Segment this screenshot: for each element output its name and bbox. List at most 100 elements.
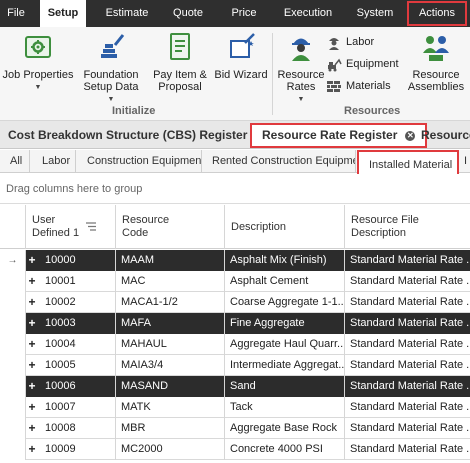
cell-resource-code: MBR [121,422,146,434]
cell-resource-code: MATK [121,401,151,413]
equipment-button[interactable]: Equipment [326,55,399,73]
plus-icon[interactable]: + [26,418,38,439]
tab-rented-construction-equipment[interactable]: Rented Construction Equipment [202,150,356,173]
tab-resource[interactable]: Resource [421,121,470,149]
column-header-description[interactable]: Description [224,205,344,249]
sort-ascending-icon[interactable] [85,222,97,232]
excavator-icon [328,58,342,72]
close-icon[interactable]: ✕ [405,131,416,141]
dropdown-caret-icon: ▼ [34,84,42,91]
column-header-label: Resource Code [122,214,169,240]
tab-all[interactable]: All [4,150,30,173]
menu-quote[interactable]: Quote [168,0,208,27]
cell-description: Concrete 4000 PSI [230,443,323,455]
dropdown-caret-icon: ▼ [297,96,305,103]
table-row[interactable]: +10006 MASAND Sand Standard Material Rate .… [0,376,470,397]
row-indicator [0,397,25,418]
cell-resource-file-description: Standard Material Rate ... [350,422,470,434]
labor-button[interactable]: Labor [326,33,374,51]
table-row[interactable]: +10001 MAC Asphalt Cement Standard Material… [0,271,470,292]
menu-system[interactable]: System [352,0,398,27]
menu-estimate[interactable]: Estimate [98,0,156,27]
tab-resource-rate-register[interactable]: Resource Rate Register ✕ [250,123,428,148]
cell-user-defined-1: 10001 [45,275,76,287]
table-row[interactable]: +10004 MAHAUL Aggregate Haul Quarr... Stand… [0,334,470,355]
cell-description: Coarse Aggregate 1-1... [230,296,344,308]
menu-price[interactable]: Price [226,0,262,27]
cell-resource-code: MAHAUL [121,338,167,350]
table-row[interactable]: +10007 MATK Tack Standard Material Rate ... [0,397,470,418]
menu-execution[interactable]: Execution [278,0,338,27]
cell-resource-file-description: Standard Material Rate ... [350,401,470,413]
cell-user-defined-1: 10005 [45,359,76,371]
cell-description: Aggregate Haul Quarr... [230,338,344,350]
column-header-label: Description [231,220,287,233]
cell-description: Sand [230,380,256,392]
document-icon [170,33,190,60]
cell-resource-file-description: Standard Material Rate ... [350,338,470,350]
materials-button[interactable]: Materials [326,77,391,95]
plus-icon[interactable]: + [26,376,38,397]
cell-user-defined-1: 10002 [45,296,76,308]
cell-resource-code: MASAND [121,380,169,392]
cell-resource-code: MC2000 [121,443,163,455]
tab-truncated[interactable]: I [460,150,470,173]
menu-actions[interactable]: Actions [406,0,468,27]
row-indicator [0,376,25,397]
cell-description: Asphalt Mix (Finish) [230,254,327,266]
plus-icon[interactable]: + [26,250,38,271]
foundation-setup-data-button[interactable]: Foundation Setup Data ▼ [76,31,146,107]
arrow-right-icon: → [0,250,25,271]
column-header-resource-code[interactable]: Resource Code [115,205,224,249]
plus-icon[interactable]: + [26,271,38,292]
tab-construction-equipment[interactable]: Construction Equipment [76,150,202,173]
document-tab-bar: Cost Breakdown Structure (CBS) Register … [0,121,470,149]
column-header-user-defined-1[interactable]: User Defined 1 [25,205,115,249]
cell-resource-file-description: Standard Material Rate ... [350,380,470,392]
row-indicator [0,292,25,313]
ribbon: Job Properties ▼ Foundation Setup Data ▼… [0,27,470,121]
tab-labor[interactable]: Labor [30,150,76,173]
plus-icon[interactable]: + [26,292,38,313]
cell-resource-file-description: Standard Material Rate ... [350,317,470,329]
column-divider [344,250,345,460]
row-indicator [0,355,25,376]
pay-item-proposal-button[interactable]: Pay Item & Proposal [150,31,210,107]
cell-resource-file-description: Standard Material Rate ... [350,443,470,455]
group-by-panel[interactable]: Drag columns here to group [0,174,470,204]
resource-rates-button[interactable]: Resource Rates ▼ [276,31,326,107]
cell-resource-code: MACA1-1/2 [121,296,178,308]
row-indicator [0,334,25,355]
plus-icon[interactable]: + [26,397,38,418]
column-header-line1: Resource [122,214,170,226]
table-row[interactable]: → +10000 MAAM Asphalt Mix (Finish) Standard … [0,250,470,271]
column-header-resource-file-description[interactable]: Resource File Description [344,205,470,249]
cell-description: Asphalt Cement [230,275,309,287]
column-header-line1: User [32,214,56,226]
plus-icon[interactable]: + [26,439,38,460]
pay-item-proposal-label: Pay Item & Proposal [153,69,207,93]
cell-user-defined-1: 10003 [45,317,76,329]
cell-description: Fine Aggregate [230,317,305,329]
plus-icon[interactable]: + [26,334,38,355]
foundation-setup-data-label: Foundation Setup Data [83,69,139,93]
menu-setup[interactable]: Setup [40,0,86,27]
table-row[interactable]: +10005 MAIA3/4 Intermediate Aggregat... Sta… [0,355,470,376]
resource-type-tab-bar: All Labor Construction Equipment Rented … [0,150,470,181]
menu-file[interactable]: File [0,0,32,27]
table-row[interactable]: +10003 MAFA Fine Aggregate Standard Materia… [0,313,470,334]
bricks-icon [327,81,341,93]
table-row[interactable]: +10002 MACA1-1/2 Coarse Aggregate 1-1... St… [0,292,470,313]
resource-assemblies-button[interactable]: Resource Assemblies [406,31,466,107]
plus-icon[interactable]: + [26,313,38,334]
plus-icon[interactable]: + [26,355,38,376]
table-row[interactable]: +10008 MBR Aggregate Base Rock Standard Mat… [0,418,470,439]
table-row[interactable]: +10009 MC2000 Concrete 4000 PSI Standard Ma… [0,439,470,460]
cell-user-defined-1: 10007 [45,401,76,413]
cell-user-defined-1: 10008 [45,422,76,434]
cell-user-defined-1: 10009 [45,443,76,455]
bid-wizard-button[interactable]: Bid Wizard [214,31,268,107]
resource-rates-label: Resource Rates [277,69,325,93]
tab-cbs-register[interactable]: Cost Breakdown Structure (CBS) Register [8,121,247,149]
job-properties-button[interactable]: Job Properties ▼ [2,31,74,107]
